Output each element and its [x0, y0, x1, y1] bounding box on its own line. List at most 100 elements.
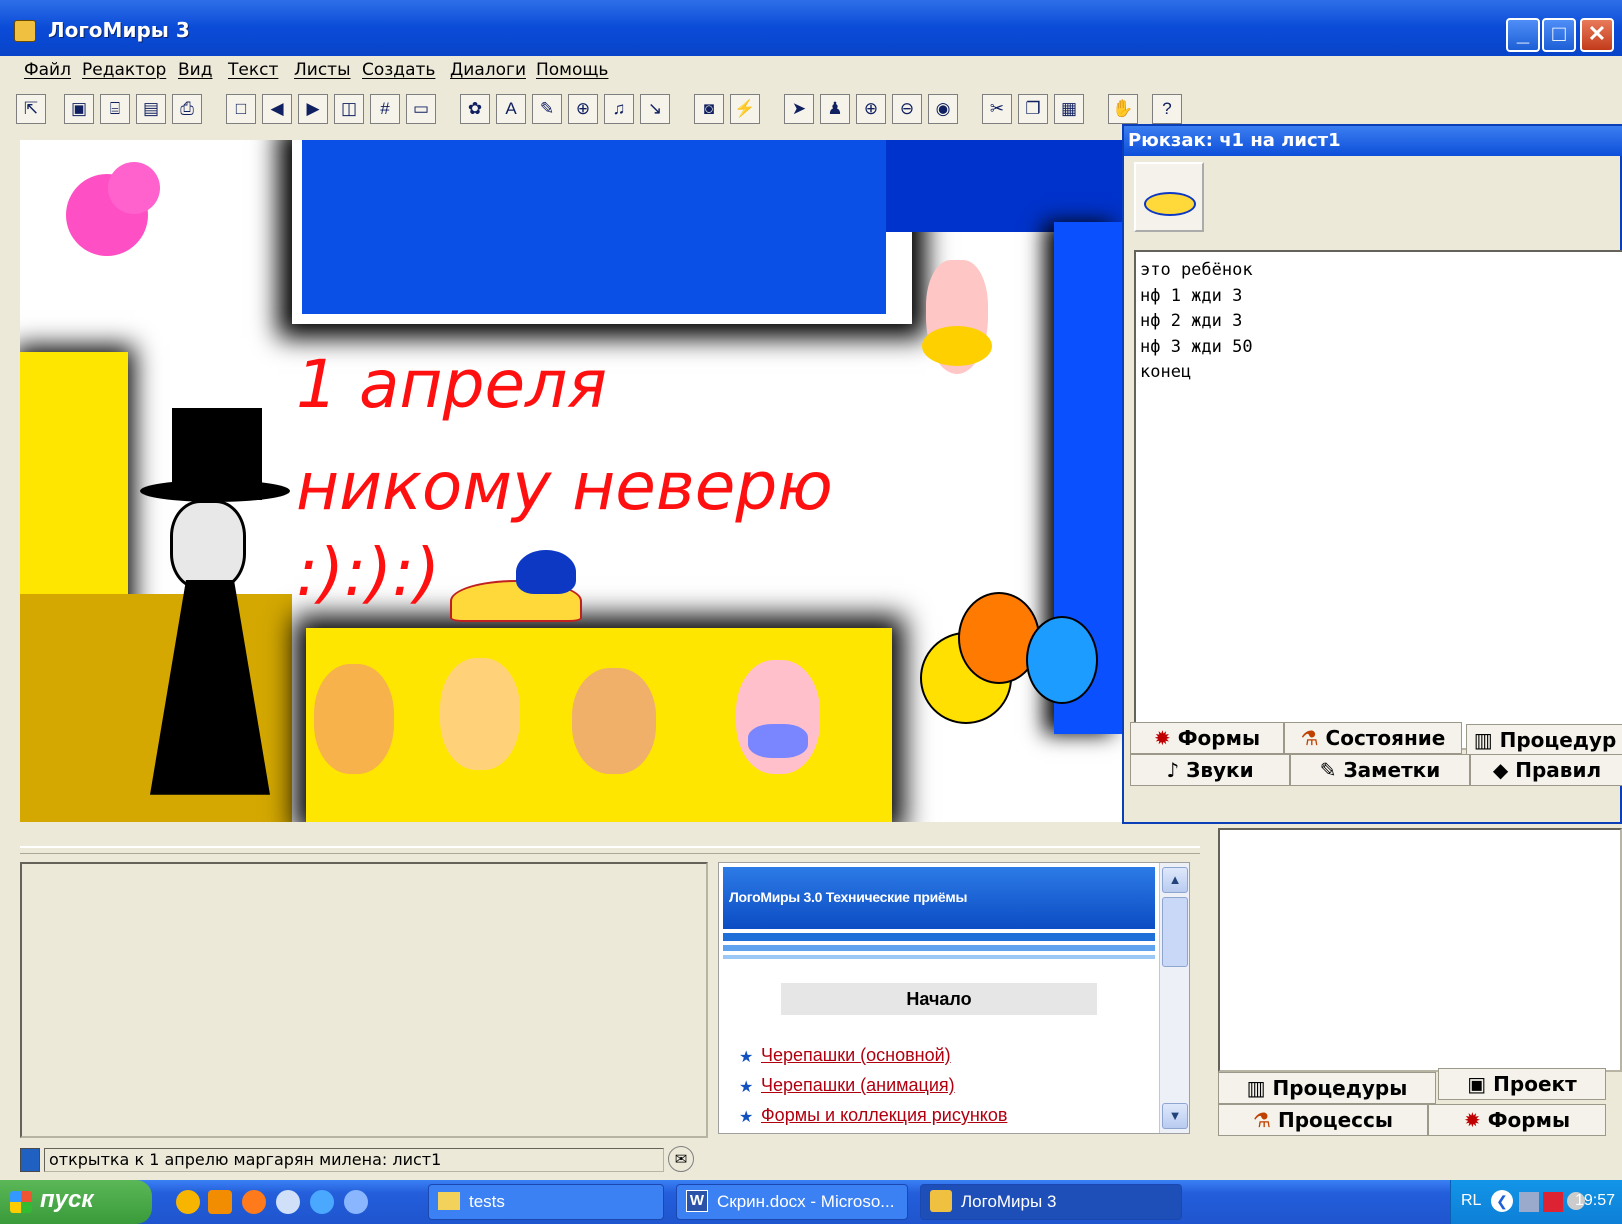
quicklaunch-icon[interactable]: [344, 1190, 368, 1214]
task-word[interactable]: Скрин.docx - Microso...: [676, 1184, 908, 1220]
balloon-blue[interactable]: [1026, 616, 1098, 704]
zoom-in-icon[interactable]: ⊕: [856, 94, 886, 124]
language-indicator[interactable]: RL: [1461, 1192, 1481, 1210]
frame-icon[interactable]: ▭: [406, 94, 436, 124]
menu-view[interactable]: Вид: [178, 60, 212, 80]
scroll-up-icon[interactable]: ▲: [1162, 867, 1188, 893]
diamond-icon: ◆: [1492, 758, 1509, 782]
splitter[interactable]: [20, 846, 1200, 854]
cat-toy[interactable]: [440, 658, 520, 770]
help-icon[interactable]: ?: [1152, 94, 1182, 124]
chrome-icon[interactable]: [176, 1190, 200, 1214]
scroll-down-icon[interactable]: ▼: [1162, 1103, 1188, 1129]
backpack-icon[interactable]: ◙: [694, 94, 724, 124]
project-icon[interactable]: ▣: [64, 94, 94, 124]
menu-editor[interactable]: Редактор: [82, 60, 166, 80]
button-icon[interactable]: ⊕: [568, 94, 598, 124]
new-page-icon[interactable]: □: [226, 94, 256, 124]
tab-sounds[interactable]: ♪ Звуки: [1130, 754, 1290, 786]
notes-icon[interactable]: ✉: [668, 1146, 694, 1172]
next-page-icon[interactable]: ▶: [298, 94, 328, 124]
select-icon[interactable]: ➤: [784, 94, 814, 124]
menu-bar: Файл Редактор Вид Текст Листы Создать Ди…: [0, 56, 1622, 86]
help-scrollbar[interactable]: ▲ ▼: [1159, 863, 1189, 1133]
menu-text[interactable]: Текст: [228, 60, 278, 80]
magician-face: [170, 500, 246, 590]
paste-icon[interactable]: ▦: [1054, 94, 1084, 124]
tab-state[interactable]: ⚗ Состояние: [1284, 722, 1462, 754]
maximize-button[interactable]: □: [1542, 18, 1576, 52]
task-tests[interactable]: tests: [428, 1184, 664, 1220]
eye-icon[interactable]: ◉: [928, 94, 958, 124]
antivirus-icon[interactable]: [1543, 1192, 1563, 1212]
menu-help[interactable]: Помощь: [536, 60, 608, 80]
tray-expand-icon[interactable]: ❮: [1491, 1190, 1513, 1212]
run-icon[interactable]: ⚡: [730, 94, 760, 124]
sleeping-child-icon: [1144, 192, 1196, 216]
pink-teddy-head: [108, 162, 160, 214]
help-link-shapes[interactable]: Формы и коллекция рисунков: [761, 1105, 1007, 1126]
help-link-turtles-animation[interactable]: Черепашки (анимация): [761, 1075, 955, 1096]
help-link-turtles-basic[interactable]: Черепашки (основной): [761, 1045, 951, 1066]
tab-processes[interactable]: ⚗ Процессы: [1218, 1104, 1428, 1136]
bear-toy[interactable]: [314, 664, 394, 774]
grid-icon[interactable]: #: [370, 94, 400, 124]
music-icon[interactable]: ♫: [604, 94, 634, 124]
logo-page-canvas[interactable]: 1 апреля никому неверю :):):): [20, 140, 1122, 822]
command-center[interactable]: [20, 862, 708, 1138]
pointer-icon[interactable]: ⇱: [16, 94, 46, 124]
project-icon: [20, 1148, 40, 1172]
bug-icon: ✹: [1153, 726, 1171, 750]
menu-create[interactable]: Создать: [362, 60, 435, 80]
flask-icon: ⚗: [1253, 1108, 1271, 1132]
open-icon[interactable]: ⌸: [100, 94, 130, 124]
office-icon[interactable]: [208, 1190, 232, 1214]
tab-shapes[interactable]: ✹ Формы: [1130, 722, 1284, 754]
zoom-out-icon[interactable]: ⊖: [892, 94, 922, 124]
tab-rules[interactable]: ◆ Правил: [1470, 754, 1622, 786]
tab-procedures[interactable]: ▥ Процедур: [1466, 724, 1622, 756]
menu-pages[interactable]: Листы: [294, 60, 351, 80]
firefox-icon[interactable]: [242, 1190, 266, 1214]
star-icon: ★: [739, 1109, 754, 1126]
prev-page-icon[interactable]: ◀: [262, 94, 292, 124]
slider-icon[interactable]: ↘: [640, 94, 670, 124]
bunny-dress: [922, 326, 992, 366]
save-icon[interactable]: ▤: [136, 94, 166, 124]
menu-file[interactable]: Файл: [24, 60, 71, 80]
help-panel: ЛогоМиры 3.0 Технические приёмы Начало ★…: [718, 862, 1190, 1134]
scroll-thumb[interactable]: [1162, 897, 1188, 967]
menu-dialogs[interactable]: Диалоги: [450, 60, 526, 80]
clock[interactable]: 19:57: [1575, 1192, 1615, 1210]
book-icon: ▥: [1473, 728, 1493, 752]
shape-thumbnail[interactable]: [1134, 162, 1204, 232]
project-pane[interactable]: [1218, 828, 1622, 1072]
ie-icon[interactable]: [310, 1190, 334, 1214]
tab-shapes-main[interactable]: ✹ Формы: [1428, 1104, 1606, 1136]
dog-toy[interactable]: [572, 668, 656, 774]
window-titlebar[interactable]: ЛогоМиры 3 _ □ ✕: [0, 0, 1622, 62]
close-button[interactable]: ✕: [1580, 18, 1614, 52]
tab-notes[interactable]: ✎ Заметки: [1290, 754, 1470, 786]
divider: [723, 955, 1155, 959]
help-header: ЛогоМиры 3.0 Технические приёмы: [723, 867, 1155, 929]
word-icon: W: [686, 1190, 708, 1212]
scissors-icon[interactable]: ✂: [982, 94, 1012, 124]
media-icon[interactable]: [276, 1190, 300, 1214]
network-icon[interactable]: [1519, 1192, 1539, 1212]
copy-icon[interactable]: ❐: [1018, 94, 1048, 124]
task-logomiry[interactable]: ЛогоМиры 3: [920, 1184, 1182, 1220]
headline-line-2: никому неверю: [296, 448, 833, 525]
text-icon[interactable]: A: [496, 94, 526, 124]
split-icon[interactable]: ◫: [334, 94, 364, 124]
stamp-icon[interactable]: ♟: [820, 94, 850, 124]
turtle-icon[interactable]: ✿: [460, 94, 490, 124]
tab-project[interactable]: ▣ Проект: [1438, 1068, 1606, 1100]
paint-icon[interactable]: ✎: [532, 94, 562, 124]
minimize-button[interactable]: _: [1506, 18, 1540, 52]
stop-icon[interactable]: ✋: [1108, 94, 1138, 124]
print-icon[interactable]: ⎙: [172, 94, 202, 124]
star-icon: ★: [739, 1079, 754, 1096]
procedure-editor[interactable]: это ребёнок нф 1 жди 3 нф 2 жди 3 нф 3 ж…: [1134, 250, 1622, 750]
tab-procedures-main[interactable]: ▥ Процедуры: [1218, 1072, 1436, 1104]
